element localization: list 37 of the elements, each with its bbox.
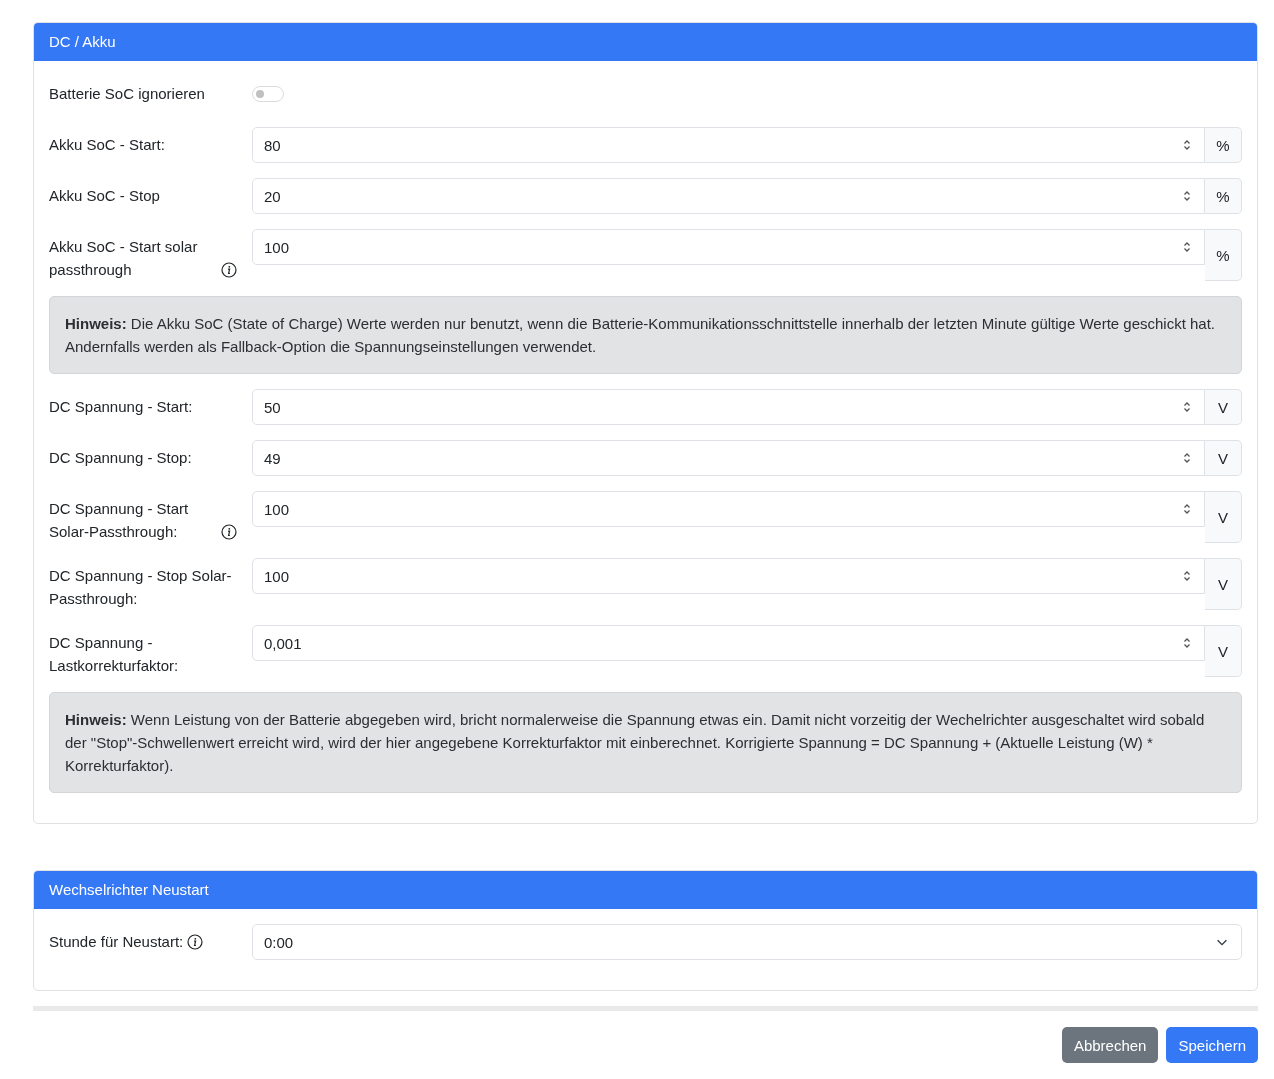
save-button[interactable]: Speichern — [1166, 1027, 1258, 1063]
unit-addon: % — [1205, 178, 1242, 214]
number-input[interactable]: 20 — [252, 178, 1205, 214]
unit-addon: V — [1205, 389, 1242, 425]
cancel-button[interactable]: Abbrechen — [1061, 1027, 1159, 1063]
unit-addon: V — [1205, 440, 1242, 476]
info-icon[interactable] — [221, 262, 237, 278]
number-input[interactable]: 49 — [252, 440, 1205, 476]
number-input[interactable]: 100 — [252, 229, 1205, 265]
field-label: DC Spannung - Stop: — [49, 448, 192, 468]
toggle-switch[interactable] — [252, 86, 284, 102]
card-header: DC / Akku — [34, 23, 1257, 61]
unit-addon: % — [1205, 229, 1242, 281]
field-label: DC Spannung - Stop Solar-Passthrough: — [49, 566, 233, 609]
number-input[interactable]: 50 — [252, 389, 1205, 425]
number-input[interactable]: 100 — [252, 491, 1205, 527]
field-label: DC Spannung - Lastkorrekturfaktor: — [49, 633, 180, 676]
hint-note: Hinweis: Die Akku SoC (State of Charge) Werte werden nur benutzt, wenn die Batterie-Kommunikationsschnittstelle innerhalb der letzten Minute gültige Werte geschickt hat. Andernfalls werden als Fallback-Option die Spannungseinstellungen verwendet. — [49, 296, 1242, 374]
unit-addon: V — [1205, 625, 1242, 677]
field-label: Batterie SoC ignorieren — [49, 84, 206, 104]
field-label: Stunde für Neustart: — [49, 932, 184, 952]
unit-addon: % — [1205, 127, 1242, 163]
field-label: Akku SoC - Start solar passthrough — [49, 237, 199, 280]
unit-addon: V — [1205, 491, 1242, 543]
field-label: Akku SoC - Stop — [49, 186, 160, 206]
field-label: DC Spannung - Start Solar-Passthrough: — [49, 499, 190, 542]
field-label: DC Spannung - Start: — [49, 397, 193, 417]
number-input[interactable]: 100 — [252, 558, 1205, 594]
card-header: Wechselrichter Neustart — [34, 871, 1257, 909]
info-icon[interactable] — [187, 934, 204, 950]
hint-note: Hinweis: Wenn Leistung von der Batterie abgegeben wird, bricht normalerweise die Spannung etwas ein. Damit nicht vorzeitig der Wechelrichter ausgeschaltet wird sobald der "Stop"-Schwellenwert erreicht wird, wird der hier angegebene Korrekturfaktor mit einberechnet. Korrigierte Spannung = DC Spannung + (Aktuelle Leistung (W) * Korrekturfaktor). — [49, 692, 1242, 793]
info-icon[interactable] — [221, 524, 237, 540]
unit-addon: V — [1205, 558, 1242, 610]
field-label: Akku SoC - Start: — [49, 135, 165, 155]
number-input[interactable]: 80 — [252, 127, 1205, 163]
select-dropdown[interactable]: 0:00 — [252, 924, 1242, 960]
number-input[interactable]: 0,001 — [252, 625, 1205, 661]
